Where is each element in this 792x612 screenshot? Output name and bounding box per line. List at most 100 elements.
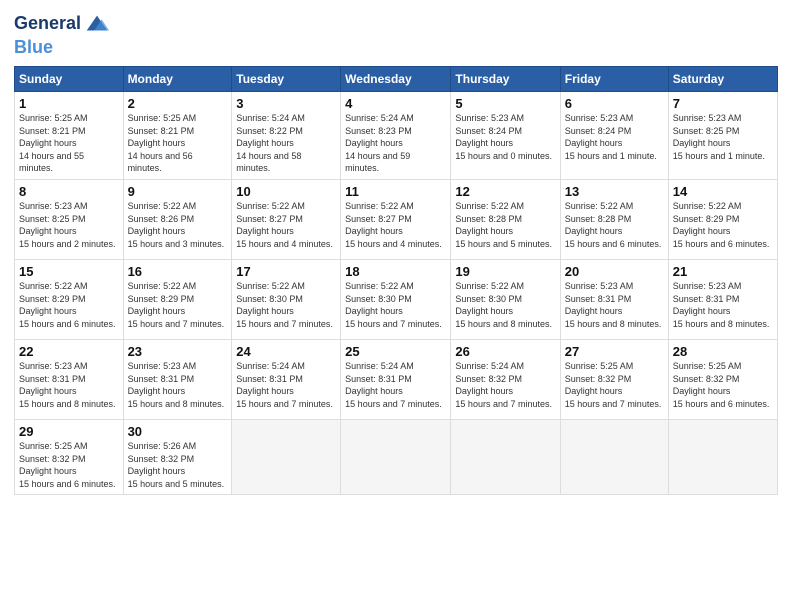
calendar-cell: [560, 419, 668, 494]
day-number: 3: [236, 96, 336, 111]
day-number: 28: [673, 344, 773, 359]
day-number: 5: [455, 96, 555, 111]
day-info: Sunrise: 5:22 AMSunset: 8:27 PMDaylight …: [345, 201, 442, 249]
day-info: Sunrise: 5:25 AMSunset: 8:21 PMDaylight …: [128, 113, 197, 173]
day-info: Sunrise: 5:22 AMSunset: 8:26 PMDaylight …: [128, 201, 225, 249]
day-info: Sunrise: 5:22 AMSunset: 8:29 PMDaylight …: [128, 281, 225, 329]
calendar-week-3: 15 Sunrise: 5:22 AMSunset: 8:29 PMDayligh…: [15, 259, 778, 339]
logo: General Blue: [14, 10, 111, 58]
day-number: 25: [345, 344, 446, 359]
day-number: 18: [345, 264, 446, 279]
day-info: Sunrise: 5:23 AMSunset: 8:31 PMDaylight …: [19, 361, 116, 409]
day-info: Sunrise: 5:24 AMSunset: 8:31 PMDaylight …: [345, 361, 442, 409]
day-number: 20: [565, 264, 664, 279]
day-number: 27: [565, 344, 664, 359]
day-number: 8: [19, 184, 119, 199]
day-number: 22: [19, 344, 119, 359]
weekday-header-monday: Monday: [123, 67, 232, 92]
day-info: Sunrise: 5:24 AMSunset: 8:22 PMDaylight …: [236, 113, 305, 173]
day-number: 16: [128, 264, 228, 279]
logo-icon: [83, 10, 111, 38]
day-number: 26: [455, 344, 555, 359]
logo-text-line1: General: [14, 14, 81, 34]
calendar-cell: 28 Sunrise: 5:25 AMSunset: 8:32 PMDayligh…: [668, 339, 777, 419]
calendar-cell: [451, 419, 560, 494]
day-number: 11: [345, 184, 446, 199]
day-info: Sunrise: 5:25 AMSunset: 8:32 PMDaylight …: [673, 361, 770, 409]
day-info: Sunrise: 5:22 AMSunset: 8:29 PMDaylight …: [19, 281, 116, 329]
calendar-cell: 8 Sunrise: 5:23 AMSunset: 8:25 PMDaylight…: [15, 179, 124, 259]
calendar-cell: 6 Sunrise: 5:23 AMSunset: 8:24 PMDaylight…: [560, 92, 668, 180]
day-number: 29: [19, 424, 119, 439]
weekday-header-row: SundayMondayTuesdayWednesdayThursdayFrid…: [15, 67, 778, 92]
day-info: Sunrise: 5:22 AMSunset: 8:29 PMDaylight …: [673, 201, 770, 249]
day-number: 14: [673, 184, 773, 199]
day-number: 30: [128, 424, 228, 439]
day-number: 6: [565, 96, 664, 111]
day-info: Sunrise: 5:22 AMSunset: 8:30 PMDaylight …: [455, 281, 552, 329]
calendar-cell: 2 Sunrise: 5:25 AMSunset: 8:21 PMDaylight…: [123, 92, 232, 180]
day-number: 2: [128, 96, 228, 111]
calendar-cell: 12Sunrise: 5:22 AMSunset: 8:28 PMDayligh…: [451, 179, 560, 259]
calendar-cell: 14 Sunrise: 5:22 AMSunset: 8:29 PMDayligh…: [668, 179, 777, 259]
day-info: Sunrise: 5:23 AMSunset: 8:25 PMDaylight …: [673, 113, 765, 161]
calendar-cell: 15 Sunrise: 5:22 AMSunset: 8:29 PMDayligh…: [15, 259, 124, 339]
weekday-header-tuesday: Tuesday: [232, 67, 341, 92]
day-info: Sunrise: 5:22 AMSunset: 8:30 PMDaylight …: [236, 281, 333, 329]
header: General Blue: [14, 10, 778, 58]
calendar-table: SundayMondayTuesdayWednesdayThursdayFrid…: [14, 66, 778, 495]
day-number: 1: [19, 96, 119, 111]
day-number: 12: [455, 184, 555, 199]
calendar-cell: 25 Sunrise: 5:24 AMSunset: 8:31 PMDayligh…: [341, 339, 451, 419]
calendar-week-1: 1 Sunrise: 5:25 AMSunset: 8:21 PMDaylight…: [15, 92, 778, 180]
day-info: Sunrise: 5:24 AMSunset: 8:31 PMDaylight …: [236, 361, 333, 409]
calendar-week-4: 22 Sunrise: 5:23 AMSunset: 8:31 PMDayligh…: [15, 339, 778, 419]
day-info: Sunrise: 5:23 AMSunset: 8:24 PMDaylight …: [455, 113, 552, 161]
day-info: Sunrise: 5:22 AMSunset: 8:30 PMDaylight …: [345, 281, 442, 329]
day-info: Sunrise: 5:23 AMSunset: 8:24 PMDaylight …: [565, 113, 657, 161]
calendar-cell: 22 Sunrise: 5:23 AMSunset: 8:31 PMDayligh…: [15, 339, 124, 419]
calendar-cell: 17 Sunrise: 5:22 AMSunset: 8:30 PMDayligh…: [232, 259, 341, 339]
day-number: 21: [673, 264, 773, 279]
calendar-cell: 20 Sunrise: 5:23 AMSunset: 8:31 PMDayligh…: [560, 259, 668, 339]
weekday-header-friday: Friday: [560, 67, 668, 92]
day-info: Sunrise: 5:23 AMSunset: 8:31 PMDaylight …: [128, 361, 225, 409]
calendar-cell: 16 Sunrise: 5:22 AMSunset: 8:29 PMDayligh…: [123, 259, 232, 339]
day-number: 15: [19, 264, 119, 279]
logo-text-line2: Blue: [14, 37, 53, 57]
calendar-cell: 3 Sunrise: 5:24 AMSunset: 8:22 PMDaylight…: [232, 92, 341, 180]
day-info: Sunrise: 5:23 AMSunset: 8:31 PMDaylight …: [565, 281, 662, 329]
day-info: Sunrise: 5:23 AMSunset: 8:31 PMDaylight …: [673, 281, 770, 329]
calendar-cell: 18 Sunrise: 5:22 AMSunset: 8:30 PMDayligh…: [341, 259, 451, 339]
calendar-week-2: 8 Sunrise: 5:23 AMSunset: 8:25 PMDaylight…: [15, 179, 778, 259]
day-info: Sunrise: 5:25 AMSunset: 8:32 PMDaylight …: [565, 361, 662, 409]
calendar-cell: [668, 419, 777, 494]
calendar-cell: [232, 419, 341, 494]
calendar-cell: 21 Sunrise: 5:23 AMSunset: 8:31 PMDayligh…: [668, 259, 777, 339]
calendar-cell: 4 Sunrise: 5:24 AMSunset: 8:23 PMDaylight…: [341, 92, 451, 180]
calendar-cell: 26Sunrise: 5:24 AMSunset: 8:32 PMDayligh…: [451, 339, 560, 419]
day-number: 9: [128, 184, 228, 199]
calendar-cell: 5 Sunrise: 5:23 AMSunset: 8:24 PMDaylight…: [451, 92, 560, 180]
day-info: Sunrise: 5:25 AMSunset: 8:21 PMDaylight …: [19, 113, 88, 173]
page: General Blue SundayMondayTuesdayWednesda…: [0, 0, 792, 612]
calendar-cell: [341, 419, 451, 494]
calendar-week-5: 29 Sunrise: 5:25 AMSunset: 8:32 PMDayligh…: [15, 419, 778, 494]
calendar-cell: 11 Sunrise: 5:22 AMSunset: 8:27 PMDayligh…: [341, 179, 451, 259]
calendar-cell: 7Sunrise: 5:23 AMSunset: 8:25 PMDaylight…: [668, 92, 777, 180]
calendar-cell: 13Sunrise: 5:22 AMSunset: 8:28 PMDayligh…: [560, 179, 668, 259]
calendar-cell: 10Sunrise: 5:22 AMSunset: 8:27 PMDayligh…: [232, 179, 341, 259]
calendar-cell: 27 Sunrise: 5:25 AMSunset: 8:32 PMDayligh…: [560, 339, 668, 419]
day-info: Sunrise: 5:25 AMSunset: 8:32 PMDaylight …: [19, 441, 116, 489]
day-info: Sunrise: 5:24 AMSunset: 8:23 PMDaylight …: [345, 113, 414, 173]
day-number: 17: [236, 264, 336, 279]
day-info: Sunrise: 5:22 AMSunset: 8:27 PMDaylight …: [236, 201, 333, 249]
weekday-header-wednesday: Wednesday: [341, 67, 451, 92]
weekday-header-thursday: Thursday: [451, 67, 560, 92]
weekday-header-sunday: Sunday: [15, 67, 124, 92]
day-number: 13: [565, 184, 664, 199]
calendar-cell: 23 Sunrise: 5:23 AMSunset: 8:31 PMDayligh…: [123, 339, 232, 419]
day-info: Sunrise: 5:23 AMSunset: 8:25 PMDaylight …: [19, 201, 116, 249]
day-number: 4: [345, 96, 446, 111]
day-number: 23: [128, 344, 228, 359]
